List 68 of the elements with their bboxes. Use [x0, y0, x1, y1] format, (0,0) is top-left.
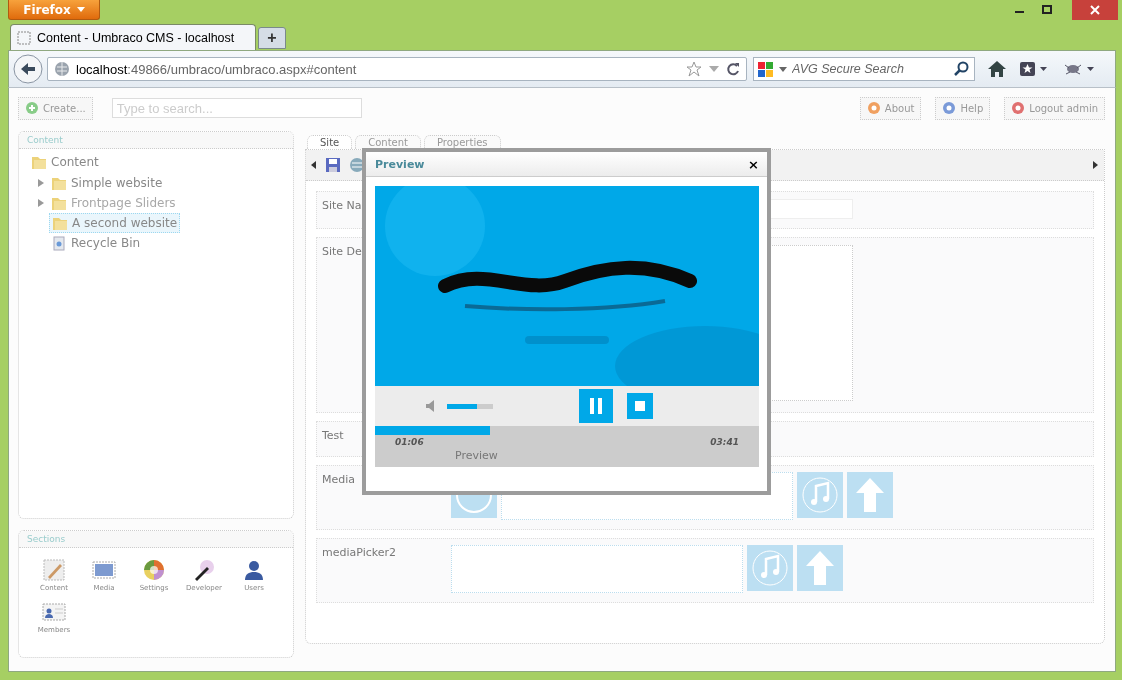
- stop-icon: [635, 401, 645, 411]
- total-time: 03:41: [710, 437, 739, 449]
- track-title: Preview: [375, 449, 759, 467]
- close-button[interactable]: ×: [746, 156, 761, 172]
- maximize-icon: [1042, 5, 1052, 14]
- new-tab-button[interactable]: +: [258, 27, 286, 49]
- user-icon: [242, 558, 266, 582]
- pause-button[interactable]: [579, 389, 613, 423]
- editor-tab[interactable]: Properties: [424, 135, 501, 149]
- home-icon: [987, 60, 1007, 78]
- info-circle-icon: [866, 101, 881, 115]
- panel-title: Content: [19, 132, 293, 149]
- minimize-icon: [1015, 11, 1024, 13]
- field-label: Site De: [322, 245, 362, 258]
- tree-item[interactable]: Simple website: [49, 174, 165, 192]
- image-icon: [92, 558, 116, 582]
- progress-bar[interactable]: [375, 426, 759, 435]
- field-label: Media: [322, 473, 356, 486]
- avg-logo-icon: [758, 61, 776, 77]
- editor-tab[interactable]: Content: [355, 135, 421, 149]
- field-label: Test: [322, 429, 344, 442]
- search-icon: [954, 61, 970, 77]
- pencil-icon: [42, 558, 66, 582]
- folder-icon: [51, 175, 67, 191]
- save-icon: [325, 157, 341, 173]
- create-button[interactable]: Create...: [18, 96, 93, 120]
- media-field[interactable]: [451, 545, 743, 593]
- field-label: Site Na: [322, 199, 362, 212]
- pause-icon: [588, 397, 604, 415]
- caret-icon: [76, 7, 85, 12]
- page-icon: [17, 30, 31, 45]
- color-wheel-icon: [142, 558, 166, 582]
- tree-item[interactable]: Recycle Bin: [49, 234, 143, 252]
- bookmarks-icon: [1019, 60, 1049, 78]
- browser-tab[interactable]: Content - Umbraco CMS - localhost: [10, 24, 256, 50]
- address-bar[interactable]: localhost:49866/umbraco/umbraco.aspx#content: [47, 57, 747, 81]
- firefox-menu-button[interactable]: Firefox: [8, 0, 100, 20]
- logout-button[interactable]: Logout admin: [1004, 96, 1105, 120]
- tree-item[interactable]: A second website: [49, 213, 181, 233]
- recycle-bin-icon: [51, 235, 67, 251]
- volume-slider[interactable]: [447, 403, 493, 409]
- about-button[interactable]: About: [859, 96, 922, 120]
- help-button[interactable]: Help: [935, 96, 991, 120]
- editor-tab[interactable]: Site: [307, 135, 353, 149]
- question-circle-icon: [942, 101, 957, 115]
- music-note-icon: [747, 545, 793, 591]
- folder-icon: [31, 154, 47, 170]
- globe-icon: [54, 61, 70, 77]
- scroll-left-icon: [311, 161, 317, 169]
- search-bar[interactable]: AVG Secure Search: [753, 57, 975, 81]
- reload-icon: [726, 61, 740, 77]
- folder-icon: [51, 195, 67, 211]
- field-label: mediaPicker2: [322, 546, 397, 559]
- stop-button[interactable]: [627, 393, 653, 419]
- url-text: localhost:49866/umbraco/umbraco.aspx#content: [76, 61, 357, 77]
- panel-title: Sections: [19, 531, 293, 548]
- tree-item[interactable]: Content: [29, 153, 101, 171]
- elapsed-time: 01:06: [395, 437, 424, 449]
- cross-circle-icon: [1011, 101, 1026, 115]
- close-icon: [1072, 0, 1118, 20]
- star-icon: [686, 61, 702, 77]
- scroll-right-icon: [1093, 161, 1099, 169]
- plus-circle-icon: [25, 101, 39, 115]
- back-icon: [13, 54, 43, 84]
- member-card-icon: [42, 600, 66, 624]
- folder-icon: [52, 215, 68, 231]
- music-note-icon: [797, 472, 843, 518]
- dialog-title: Preview: [375, 157, 425, 171]
